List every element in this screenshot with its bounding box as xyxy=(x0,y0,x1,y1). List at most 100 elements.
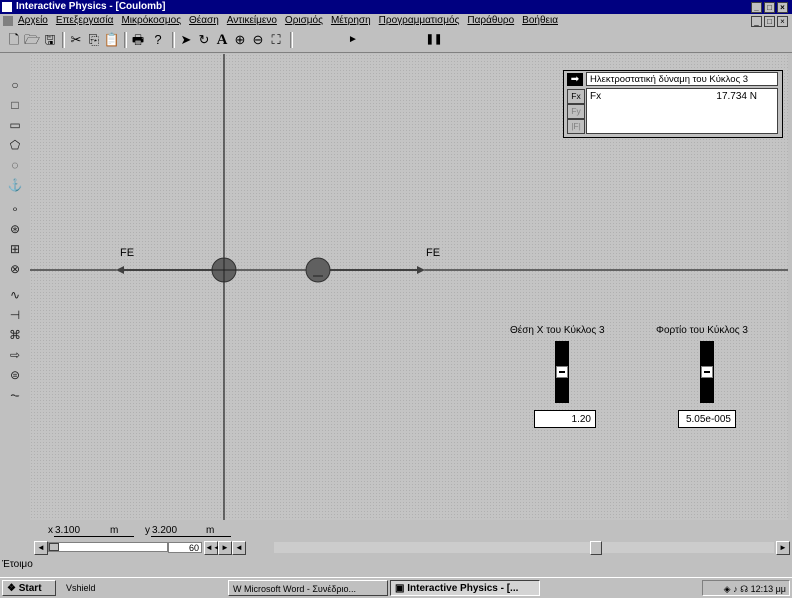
scrollbar-track[interactable] xyxy=(274,542,774,553)
step-back-icon[interactable]: ◄◄ xyxy=(204,541,221,555)
menu-bar: Αρχείο Επεξεργασία Μικρόκοσμος Θέαση Αντ… xyxy=(0,14,792,28)
slot-joint-icon[interactable]: ⊞ xyxy=(6,240,24,258)
charge-body-2[interactable] xyxy=(305,257,331,283)
spring-icon[interactable]: ∿ xyxy=(6,286,24,304)
menu-script[interactable]: Προγραμματισμός xyxy=(379,14,460,28)
zoom-in-icon[interactable]: ⊕ xyxy=(232,32,248,48)
scroll-left-arrow-icon[interactable]: ◄ xyxy=(232,541,246,555)
force-icon[interactable]: ⇨ xyxy=(6,346,24,364)
doc-restore-button[interactable]: □ xyxy=(764,16,775,27)
task-vshield[interactable]: Vshield xyxy=(62,580,102,596)
slider-charge-track[interactable] xyxy=(700,341,714,403)
menu-window[interactable]: Παράθυρο xyxy=(467,14,514,28)
square-icon[interactable]: □ xyxy=(6,96,24,114)
torque-icon[interactable]: ⊜ xyxy=(6,366,24,384)
x-coord-label: x xyxy=(48,525,53,536)
pause-icon[interactable]: ❚❚ xyxy=(426,32,443,48)
run-icon[interactable]: ► xyxy=(345,32,361,48)
meter-tab-fx[interactable]: Fx xyxy=(567,89,585,104)
pin-joint-icon[interactable]: ⊛ xyxy=(6,220,24,238)
slider-position-value[interactable]: 1.20 xyxy=(534,410,596,428)
menu-world[interactable]: Μικρόκοσμος xyxy=(121,14,181,28)
doc-close-button[interactable]: × xyxy=(777,16,788,27)
frames-slider-thumb[interactable] xyxy=(49,543,59,551)
slider-position-thumb[interactable] xyxy=(556,366,568,378)
force-arrowhead-right xyxy=(417,266,425,274)
minimize-button[interactable]: _ xyxy=(751,2,762,13)
x-coord-underline xyxy=(54,536,134,537)
menu-help[interactable]: Βοήθεια xyxy=(522,14,558,28)
meter-title: Ηλεκτροστατική δύναμη του Κύκλος 3 xyxy=(586,72,778,86)
meter-value: 17.734 N xyxy=(716,91,757,102)
text-tool-icon[interactable]: A xyxy=(214,32,230,48)
charge-body-1[interactable] xyxy=(211,257,237,283)
rectangle-icon[interactable]: ▭ xyxy=(6,116,24,134)
menu-object[interactable]: Αντικείμενο xyxy=(227,14,277,28)
menu-edit[interactable]: Επεξεργασία xyxy=(56,14,114,28)
task-vshield-label: Vshield xyxy=(66,583,96,593)
rigid-joint-icon[interactable]: ⊗ xyxy=(6,260,24,278)
polygon-icon[interactable]: ⬠ xyxy=(6,136,24,154)
step-forward-icon[interactable]: ► xyxy=(218,541,232,555)
menu-file[interactable]: Αρχείο xyxy=(18,14,48,28)
meter-tab-fy[interactable]: Fy xyxy=(567,104,585,119)
new-icon[interactable]: 🗋 xyxy=(6,32,22,48)
force-label-right: FE xyxy=(426,247,441,259)
menu-define[interactable]: Ορισμός xyxy=(285,14,323,28)
close-button[interactable]: × xyxy=(777,2,788,13)
y-coord-underline xyxy=(151,536,231,537)
anchor-icon[interactable]: ⚓ xyxy=(6,176,24,194)
document-icon[interactable] xyxy=(3,16,13,26)
meter-label: Fx xyxy=(590,91,602,102)
menu-view[interactable]: Θέαση xyxy=(189,14,219,28)
frames-slider[interactable] xyxy=(48,542,168,552)
rotate-icon[interactable]: ↻ xyxy=(196,32,212,48)
tray-icons[interactable]: ◈ ♪ ☊ xyxy=(724,584,751,594)
open-icon[interactable]: 🗁 xyxy=(24,32,40,48)
task-interactive-physics[interactable]: ▣ Interactive Physics - [... xyxy=(390,580,540,596)
toolbar: 🗋 🗁 🖫 ✂ ⎘ 📋 🖶 ? ➤ ↻ A ⊕ ⊖ ⛶ ► ❚❚ xyxy=(0,28,792,53)
force-arrowhead-left xyxy=(116,266,124,274)
frames-left-arrow-icon[interactable]: ◄ xyxy=(34,541,48,555)
help-icon[interactable]: ? xyxy=(150,32,166,48)
print-icon[interactable]: 🖶 xyxy=(130,32,146,48)
slider-position-track[interactable] xyxy=(555,341,569,403)
curved-body-icon[interactable]: ◌ xyxy=(6,156,24,174)
maximize-button[interactable]: □ xyxy=(764,2,775,13)
point-icon[interactable]: ∘ xyxy=(6,200,24,218)
force-meter[interactable]: ➡ Ηλεκτροστατική δύναμη του Κύκλος 3 Fx … xyxy=(563,70,783,138)
paste-icon[interactable]: 📋 xyxy=(104,32,120,48)
slider-charge-thumb[interactable] xyxy=(701,366,713,378)
meter-tab-magnitude[interactable]: |F| xyxy=(567,119,585,134)
task-word[interactable]: W Microsoft Word - Συνέδριο... xyxy=(228,580,388,596)
actuator-icon[interactable]: ⏦ xyxy=(6,386,24,404)
frames-value[interactable]: 60 xyxy=(168,542,202,553)
save-icon[interactable]: 🖫 xyxy=(42,32,58,48)
cut-icon[interactable]: ✂ xyxy=(68,32,84,48)
damper-icon[interactable]: ⊣ xyxy=(6,306,24,324)
rope-icon[interactable]: ⌘ xyxy=(6,326,24,344)
task-word-label: Microsoft Word - Συνέδριο... xyxy=(244,584,356,594)
scrollbar-thumb[interactable] xyxy=(590,541,602,555)
slider-charge-value[interactable]: 5.05e-005 xyxy=(678,410,736,428)
meter-toggle-arrow-icon[interactable]: ➡ xyxy=(567,73,583,86)
status-text: Έτοιμο xyxy=(2,559,33,570)
windows-logo-icon: ❖ xyxy=(7,583,16,594)
scroll-right-arrow-icon[interactable]: ► xyxy=(776,541,790,555)
copy-icon[interactable]: ⎘ xyxy=(86,32,102,48)
fit-view-icon[interactable]: ⛶ xyxy=(268,32,284,48)
circle-icon[interactable]: ○ xyxy=(6,76,24,94)
task-interactive-physics-label: Interactive Physics - [... xyxy=(407,583,519,594)
taskbar: ❖ Start Vshield W Microsoft Word - Συνέδ… xyxy=(0,577,792,598)
force-label-left: FE xyxy=(120,247,135,259)
doc-minimize-button[interactable]: _ xyxy=(751,16,762,27)
select-arrow-icon[interactable]: ➤ xyxy=(178,32,194,48)
tool-palette: ○ □ ▭ ⬠ ◌ ⚓ ∘ ⊛ ⊞ ⊗ ∿ ⊣ ⌘ ⇨ ⊜ ⏦ xyxy=(4,76,26,516)
menu-measure[interactable]: Μέτρηση xyxy=(331,14,371,28)
horizontal-scroll-area: ◄ 60 ◄◄ ► ◄ ► xyxy=(34,541,790,555)
zoom-out-icon[interactable]: ⊖ xyxy=(250,32,266,48)
slider-charge-label: Φορτίο του Κύκλος 3 xyxy=(656,325,748,336)
app-icon xyxy=(2,2,12,12)
clock: 12:13 μμ xyxy=(750,584,786,594)
start-button[interactable]: ❖ Start xyxy=(2,580,56,596)
